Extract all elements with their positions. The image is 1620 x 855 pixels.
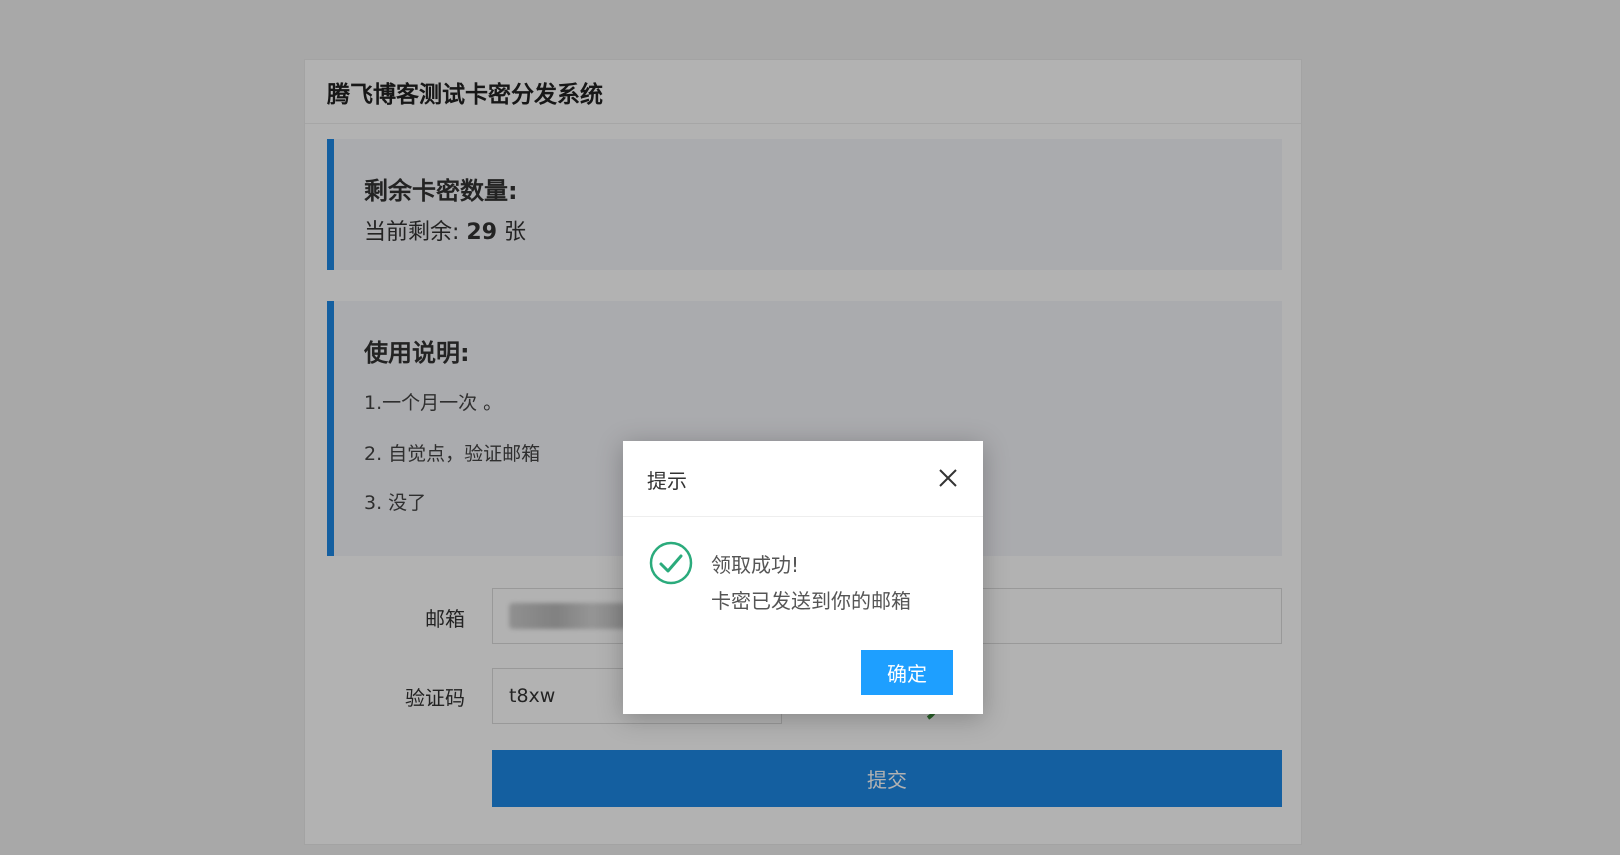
dialog-message-line1: 领取成功! <box>711 553 800 577</box>
close-icon[interactable] <box>937 467 959 489</box>
modal-overlay[interactable] <box>0 0 1620 855</box>
page: 腾飞博客测试卡密分发系统 剩余卡密数量: 当前剩余: 29 张 使用说明: 1.… <box>0 0 1620 855</box>
alert-dialog: 提示 领取成功! 卡密已发送到你的邮箱 确定 <box>623 441 983 714</box>
dialog-message-line2: 卡密已发送到你的邮箱 <box>711 589 911 613</box>
dialog-title: 提示 <box>647 469 687 493</box>
dialog-header: 提示 <box>623 441 983 517</box>
dialog-body: 领取成功! 卡密已发送到你的邮箱 <box>623 517 983 647</box>
confirm-button[interactable]: 确定 <box>861 650 953 695</box>
success-check-icon <box>649 541 693 585</box>
